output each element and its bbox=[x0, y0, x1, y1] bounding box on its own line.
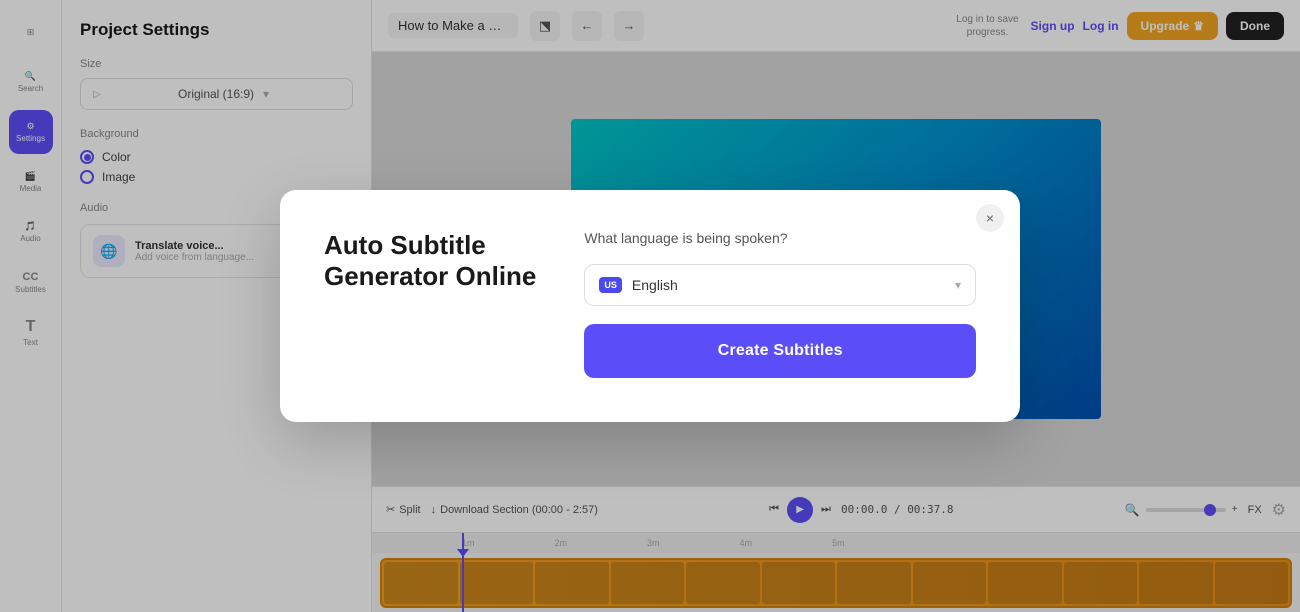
modal-overlay: × Auto Subtitle Generator Online What la… bbox=[0, 0, 1300, 612]
modal-title: Auto Subtitle Generator Online bbox=[324, 230, 536, 292]
create-subtitles-button[interactable]: Create Subtitles bbox=[584, 324, 976, 378]
modal-right: What language is being spoken? US Englis… bbox=[584, 230, 976, 378]
modal-close-button[interactable]: × bbox=[976, 204, 1004, 232]
language-dropdown[interactable]: US English ▾ bbox=[584, 264, 976, 306]
language-flag: US bbox=[599, 277, 622, 293]
modal-left: Auto Subtitle Generator Online bbox=[324, 230, 536, 292]
auto-subtitle-modal: × Auto Subtitle Generator Online What la… bbox=[280, 190, 1020, 422]
language-name: English bbox=[632, 277, 945, 293]
chevron-down-icon: ▾ bbox=[955, 278, 961, 292]
language-question: What language is being spoken? bbox=[584, 230, 976, 246]
